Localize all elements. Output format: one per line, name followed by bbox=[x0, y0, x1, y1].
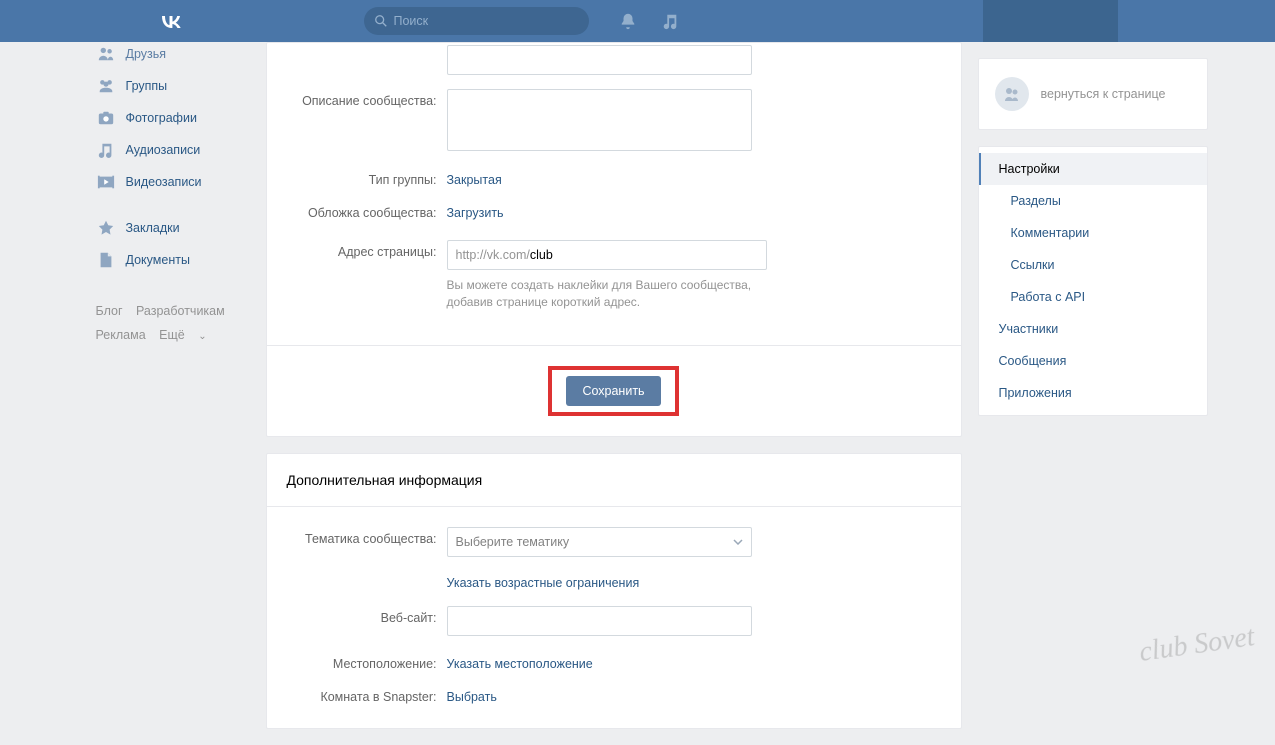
nav-label: Друзья bbox=[126, 47, 167, 61]
audio-icon bbox=[96, 140, 116, 160]
address-value: club bbox=[530, 248, 553, 262]
chevron-down-icon bbox=[733, 539, 743, 545]
top-header bbox=[0, 0, 1275, 42]
community-avatar bbox=[995, 77, 1029, 111]
age-restriction-link[interactable]: Указать возрастные ограничения bbox=[447, 571, 640, 590]
nav-label: Группы bbox=[126, 79, 168, 93]
notifications-icon[interactable] bbox=[619, 12, 637, 30]
extra-info-title: Дополнительная информация bbox=[267, 454, 961, 507]
footer-devs[interactable]: Разработчикам bbox=[136, 304, 225, 318]
location-link[interactable]: Указать местоположение bbox=[447, 652, 593, 671]
nav-label: Закладки bbox=[126, 221, 180, 235]
document-icon bbox=[96, 250, 116, 270]
right-column: вернуться к странице Настройки Разделы К… bbox=[978, 42, 1208, 745]
sidebar-item-groups[interactable]: Группы bbox=[88, 70, 256, 102]
sidebar-item-photos[interactable]: Фотографии bbox=[88, 102, 256, 134]
video-icon bbox=[96, 172, 116, 192]
return-label: вернуться к странице bbox=[1041, 87, 1166, 101]
address-label: Адрес страницы: bbox=[267, 240, 447, 259]
snapster-label: Комната в Snapster: bbox=[267, 685, 447, 704]
menu-api[interactable]: Работа с API bbox=[979, 281, 1207, 313]
nav-label: Видеозаписи bbox=[126, 175, 202, 189]
nav-label: Аудиозаписи bbox=[126, 143, 201, 157]
friends-icon bbox=[96, 44, 116, 64]
sidebar-item-bookmarks[interactable]: Закладки bbox=[88, 212, 256, 244]
address-input[interactable]: http://vk.com/club bbox=[447, 240, 767, 270]
search-box[interactable] bbox=[364, 7, 589, 35]
left-sidebar: Друзья Группы Фотографии Аудиозаписи Вид… bbox=[88, 42, 256, 745]
nav-label: Документы bbox=[126, 253, 190, 267]
menu-comments[interactable]: Комментарии bbox=[979, 217, 1207, 249]
vk-logo[interactable] bbox=[158, 8, 184, 34]
sidebar-item-friends[interactable]: Друзья bbox=[88, 38, 256, 70]
upload-cover-link[interactable]: Загрузить bbox=[447, 201, 504, 220]
footer-more[interactable]: Ещё ⌄ bbox=[159, 328, 216, 342]
save-highlight-box: Сохранить bbox=[548, 366, 678, 416]
sidebar-item-audio[interactable]: Аудиозаписи bbox=[88, 134, 256, 166]
return-to-page[interactable]: вернуться к странице bbox=[979, 59, 1207, 129]
menu-members[interactable]: Участники bbox=[979, 313, 1207, 345]
save-button[interactable]: Сохранить bbox=[566, 376, 660, 406]
cover-label: Обложка сообщества: bbox=[267, 201, 447, 220]
type-label: Тип группы: bbox=[267, 168, 447, 187]
camera-icon bbox=[96, 108, 116, 128]
groups-icon bbox=[96, 76, 116, 96]
topic-select[interactable]: Выберите тематику bbox=[447, 527, 752, 557]
search-input[interactable] bbox=[394, 14, 579, 28]
name-input[interactable] bbox=[447, 45, 752, 75]
footer-ads[interactable]: Реклама bbox=[96, 328, 146, 342]
profile-area[interactable] bbox=[983, 0, 1118, 42]
menu-settings[interactable]: Настройки bbox=[979, 153, 1207, 185]
main-content: Описание сообщества: Тип группы: Закрыта… bbox=[266, 42, 962, 745]
music-icon[interactable] bbox=[661, 12, 679, 30]
topic-placeholder: Выберите тематику bbox=[456, 535, 570, 549]
sidebar-item-documents[interactable]: Документы bbox=[88, 244, 256, 276]
location-label: Местоположение: bbox=[267, 652, 447, 671]
description-textarea[interactable] bbox=[447, 89, 752, 151]
topic-label: Тематика сообщества: bbox=[267, 527, 447, 546]
sidebar-item-video[interactable]: Видеозаписи bbox=[88, 166, 256, 198]
menu-apps[interactable]: Приложения bbox=[979, 377, 1207, 409]
menu-sections[interactable]: Разделы bbox=[979, 185, 1207, 217]
address-prefix: http://vk.com/ bbox=[456, 248, 530, 262]
website-input[interactable] bbox=[447, 606, 752, 636]
menu-links[interactable]: Ссылки bbox=[979, 249, 1207, 281]
snapster-link[interactable]: Выбрать bbox=[447, 685, 497, 704]
site-label: Веб-сайт: bbox=[267, 606, 447, 625]
desc-label: Описание сообщества: bbox=[267, 89, 447, 108]
address-hint: Вы можете создать наклейки для Вашего со… bbox=[447, 277, 767, 311]
nav-label: Фотографии bbox=[126, 111, 197, 125]
footer-blog[interactable]: Блог bbox=[96, 304, 123, 318]
search-icon bbox=[374, 14, 388, 28]
group-type-link[interactable]: Закрытая bbox=[447, 168, 502, 187]
footer-links: Блог Разработчикам Реклама Ещё ⌄ bbox=[88, 300, 256, 348]
star-icon bbox=[96, 218, 116, 238]
menu-messages[interactable]: Сообщения bbox=[979, 345, 1207, 377]
